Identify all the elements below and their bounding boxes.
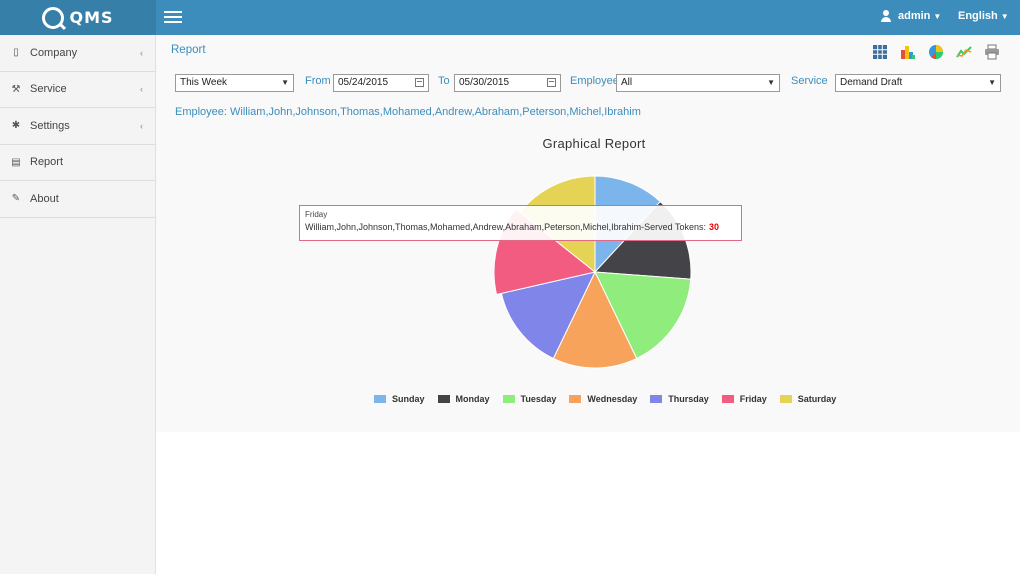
from-label: From xyxy=(305,75,331,87)
legend-swatch xyxy=(437,395,450,403)
sidebar-item-report[interactable]: ▤ Report xyxy=(0,145,155,181)
legend-label: Wednesday xyxy=(587,394,638,404)
chevron-down-icon: ▼ xyxy=(933,11,942,21)
sidebar-item-company[interactable]: ▯ Company ‹ xyxy=(0,35,155,72)
service-value: Demand Draft xyxy=(840,77,903,88)
legend-item-sunday[interactable]: Sunday xyxy=(374,394,425,404)
legend-item-monday[interactable]: Monday xyxy=(437,394,490,404)
service-select[interactable]: Demand Draft ▼ xyxy=(835,74,1001,92)
legend-label: Sunday xyxy=(392,394,425,404)
employee-value: All xyxy=(621,77,633,88)
page-title: Report xyxy=(171,44,206,56)
wrench-icon: ⚒ xyxy=(11,83,21,95)
legend-swatch xyxy=(721,395,734,403)
legend-item-friday[interactable]: Friday xyxy=(721,394,767,404)
chevron-down-icon: ▼ xyxy=(281,78,289,87)
from-date-value: 05/24/2015 xyxy=(338,77,389,88)
language-label: English xyxy=(958,10,998,22)
legend-swatch xyxy=(779,395,792,403)
app-logo[interactable]: QMS xyxy=(0,0,156,35)
chevron-left-icon: ‹ xyxy=(140,84,143,95)
user-menu[interactable]: admin ▼ xyxy=(880,10,941,22)
chevron-down-icon: ▼ xyxy=(767,78,775,87)
chart-toolbar xyxy=(872,44,1012,60)
legend-swatch xyxy=(569,395,582,403)
employee-list-text: Employee: William,John,Johnson,Thomas,Mo… xyxy=(175,106,641,118)
chart-title: Graphical Report xyxy=(542,136,646,151)
employee-label: Employee xyxy=(570,75,619,87)
sidebar-item-label: Service xyxy=(30,83,67,96)
user-name: admin xyxy=(898,10,931,22)
logo-mark-icon xyxy=(42,6,65,29)
from-date-input[interactable]: 05/24/2015 xyxy=(333,74,429,92)
legend-item-wednesday[interactable]: Wednesday xyxy=(569,394,637,404)
sidebar-item-label: About xyxy=(30,192,59,205)
legend-label: Saturday xyxy=(797,394,837,404)
edit-icon: ✎ xyxy=(11,193,21,205)
sidebar: ▯ Company ‹ ⚒ Service ‹ ✱ Settings ‹ ▤ R… xyxy=(0,35,156,574)
chevron-down-icon: ▼ xyxy=(988,78,996,87)
tooltip-value: 30 xyxy=(709,222,720,232)
legend-swatch xyxy=(502,395,515,403)
legend-label: Monday xyxy=(455,394,490,404)
building-icon: ▯ xyxy=(13,47,19,59)
logo-text: QMS xyxy=(69,8,114,27)
legend-label: Thursday xyxy=(668,394,709,404)
chart-tooltip: Friday William,John,Johnson,Thomas,Moham… xyxy=(299,205,742,241)
tooltip-day: Friday xyxy=(305,210,328,219)
service-label: Service xyxy=(791,75,828,87)
sidebar-item-label: Company xyxy=(30,46,78,59)
sidebar-item-service[interactable]: ⚒ Service ‹ xyxy=(0,72,155,108)
chevron-down-icon: ▼ xyxy=(1000,12,1009,21)
calendar-icon[interactable] xyxy=(547,78,556,87)
sidebar-item-label: Settings xyxy=(30,119,70,132)
sidebar-toggle-button[interactable] xyxy=(164,11,182,24)
legend-item-saturday[interactable]: Saturday xyxy=(779,394,837,404)
legend-swatch xyxy=(374,395,386,403)
sidebar-item-about[interactable]: ✎ About xyxy=(0,181,155,218)
line-chart-icon[interactable] xyxy=(956,44,972,60)
top-navbar: QMS admin ▼ English ▼ xyxy=(0,0,1020,35)
chevron-left-icon: ‹ xyxy=(140,120,143,131)
tooltip-text: William,John,Johnson,Thomas,Mohamed,Andr… xyxy=(305,222,707,232)
legend-item-tuesday[interactable]: Tuesday xyxy=(502,394,557,404)
legend-label: Tuesday xyxy=(520,394,557,404)
gear-icon: ✱ xyxy=(11,120,21,132)
print-icon[interactable] xyxy=(984,44,1000,60)
bar-chart-icon[interactable] xyxy=(900,44,916,60)
to-label: To xyxy=(438,75,450,87)
sidebar-item-settings[interactable]: ✱ Settings ‹ xyxy=(0,108,155,145)
chevron-left-icon: ‹ xyxy=(140,47,143,58)
to-date-value: 05/30/2015 xyxy=(459,77,510,88)
legend-label: Friday xyxy=(739,394,767,404)
pie-chart[interactable] xyxy=(487,169,697,379)
employee-select[interactable]: All ▼ xyxy=(616,74,780,92)
legend-item-thursday[interactable]: Thursday xyxy=(650,394,709,404)
to-date-input[interactable]: 05/30/2015 xyxy=(454,74,561,92)
sidebar-item-label: Report xyxy=(30,156,64,169)
user-icon xyxy=(880,10,892,22)
pie-chart-icon[interactable] xyxy=(928,44,944,60)
period-value: This Week xyxy=(180,77,228,88)
report-panel: Report This Week ▼ From 05/24/2015 To 05… xyxy=(156,35,1020,432)
grid-icon[interactable] xyxy=(872,44,888,60)
language-menu[interactable]: English ▼ xyxy=(958,10,1009,22)
period-select[interactable]: This Week ▼ xyxy=(175,74,294,92)
tooltip-body: William,John,Johnson,Thomas,Mohamed,Andr… xyxy=(305,222,736,232)
legend-swatch xyxy=(650,395,663,403)
chart-legend: Sunday Monday Tuesday Wednesday Thursday Frid… xyxy=(374,394,849,404)
document-icon: ▤ xyxy=(11,156,21,168)
calendar-icon[interactable] xyxy=(415,78,424,87)
